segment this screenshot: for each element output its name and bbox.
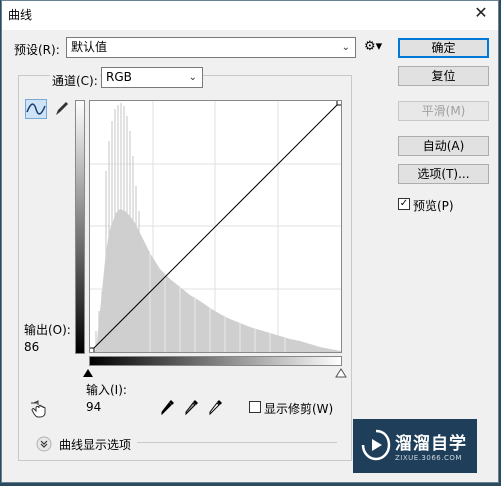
channel-select[interactable]: RGB ⌄ (101, 67, 203, 88)
preview-checkbox[interactable]: ✓ (398, 198, 410, 210)
close-button[interactable]: ✕ (472, 4, 490, 22)
watermark-logo: 溜溜自学 ZIXUE.3066.COM (353, 419, 477, 473)
smooth-button[interactable]: 平滑(M) (398, 101, 489, 121)
window-title: 曲线 (8, 8, 33, 22)
preset-value: 默认值 (71, 40, 108, 54)
black-eyedropper-icon[interactable] (160, 398, 176, 416)
preset-select[interactable]: 默认值 ⌄ (66, 37, 356, 58)
auto-button[interactable]: 自动(A) (398, 136, 489, 156)
title-bar[interactable]: 曲线 ✕ (2, 1, 498, 30)
white-point-slider[interactable] (335, 368, 347, 378)
ok-button[interactable]: 确定 (398, 38, 489, 58)
watermark-url: ZIXUE.3066.COM (395, 454, 462, 462)
white-eyedropper-icon[interactable] (208, 398, 224, 416)
histogram-svg (88, 99, 343, 354)
output-label: 输出(O): (24, 323, 71, 337)
channel-label: 通道(C): (50, 72, 100, 89)
chevron-expand-icon[interactable] (36, 436, 52, 452)
preset-label: 预设(R): (14, 43, 60, 57)
input-value: 94 (86, 400, 102, 414)
watermark-brand: 溜溜自学 (395, 434, 467, 454)
chevron-down-icon: ⌄ (188, 72, 197, 83)
gear-icon[interactable]: ⚙▾ (364, 39, 382, 54)
curve-tool-icon[interactable] (25, 99, 47, 119)
show-clipping-label: 显示修剪(W) (264, 402, 334, 416)
preview-label: 预览(P) (413, 199, 454, 213)
show-clipping-checkbox[interactable] (249, 401, 261, 413)
output-value: 86 (24, 340, 40, 354)
curves-dialog: 曲线 ✕ 预设(R): 默认值 ⌄ ⚙▾ 确定 复位 平滑(M) 自动(A) 选… (1, 0, 499, 483)
curve-graph[interactable] (88, 99, 343, 354)
black-point-slider[interactable] (82, 368, 94, 378)
input-label: 输入(I): (86, 383, 127, 397)
curve-display-options-label[interactable]: 曲线显示选项 (59, 436, 131, 453)
options-button[interactable]: 选项(T)... (398, 164, 489, 184)
targeted-adjustment-icon[interactable] (28, 399, 50, 419)
input-gradient-bar (89, 356, 342, 366)
output-gradient-bar (75, 100, 85, 354)
reset-button[interactable]: 复位 (398, 66, 489, 86)
separator (137, 442, 337, 443)
chevron-down-icon: ⌄ (341, 42, 350, 53)
pencil-tool-icon[interactable] (51, 99, 73, 119)
channel-value: RGB (106, 70, 132, 84)
gray-eyedropper-icon[interactable] (184, 398, 200, 416)
play-logo-icon (361, 429, 391, 461)
